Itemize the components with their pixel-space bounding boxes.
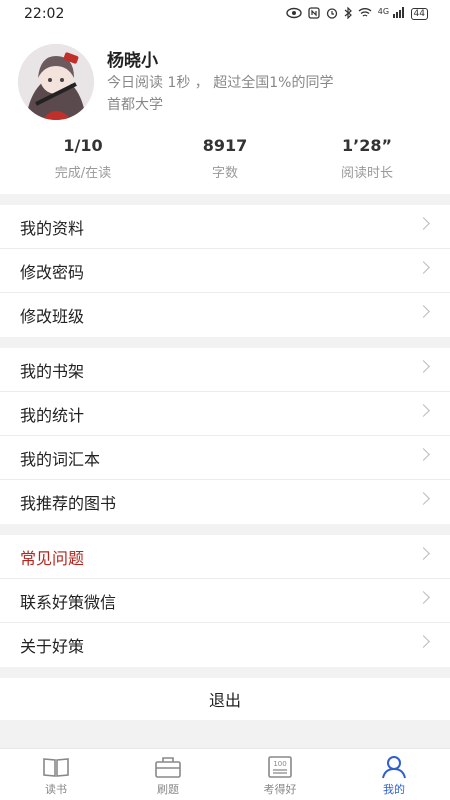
stat-reading-time: 1’28” 阅读时长 — [292, 136, 442, 181]
battery-level: 44 — [413, 8, 425, 19]
alarm-icon — [326, 7, 338, 22]
menu-item-recommended-books[interactable]: 我推荐的图书 — [0, 480, 450, 524]
menu-item-label: 修改班级 — [20, 307, 85, 326]
menu-item-label: 我的书架 — [20, 361, 85, 381]
eye-icon — [286, 7, 302, 22]
stats-row: 1/10 完成/在读 8917 字数 1’28” 阅读时长 — [0, 136, 450, 188]
menu-item-change-class[interactable]: 修改班级 — [0, 293, 450, 337]
wifi-icon — [358, 7, 372, 21]
chevron-right-icon — [417, 305, 430, 318]
menu-item-change-password[interactable]: 修改密码 — [0, 249, 450, 293]
reading-summary: 今日阅读 1秒 ， 超过全国1%的同学 — [107, 75, 334, 91]
status-time: 22:02 — [24, 6, 65, 22]
tab-exam-score[interactable]: 100 考得好 — [224, 749, 336, 800]
book-icon — [43, 758, 69, 777]
menu-item-vocabulary[interactable]: 我的词汇本 — [0, 436, 450, 480]
nfc-icon — [308, 6, 320, 22]
chevron-right-icon — [417, 591, 430, 604]
menu-item-my-profile[interactable]: 我的资料 — [0, 205, 450, 249]
menu-item-bookshelf[interactable]: 我的书架 — [0, 348, 450, 392]
stat-value: 1/10 — [63, 136, 103, 155]
user-name: 杨晓小 — [107, 51, 158, 71]
menu-item-label: 常见问题 — [20, 548, 85, 568]
status-bar: 22:02 4G 44 — [0, 0, 450, 28]
tab-reading[interactable]: 读书 — [0, 749, 112, 800]
menu-group-help: 常见问题 联系好策微信 关于好策 — [0, 535, 450, 667]
stat-value: 8917 — [202, 136, 248, 155]
tab-label: 我的 — [383, 783, 405, 796]
menu-item-label: 我的资料 — [20, 218, 85, 238]
network-type: 4G — [377, 7, 390, 16]
signal-icon: 4G — [378, 7, 405, 21]
bluetooth-icon — [344, 6, 352, 22]
menu-item-about[interactable]: 关于好策 — [0, 623, 450, 667]
stat-label: 完成/在读 — [54, 166, 112, 181]
logout-button[interactable]: 退出 — [0, 678, 450, 720]
menu-item-wechat-contact[interactable]: 联系好策微信 — [0, 579, 450, 623]
menu-item-label: 我推荐的图书 — [20, 494, 117, 513]
tab-label: 读书 — [45, 783, 67, 796]
stat-label: 字数 — [211, 166, 238, 181]
exercise-icon — [155, 757, 181, 778]
menu-item-label: 我的词汇本 — [20, 449, 101, 469]
battery-icon: 44 — [410, 8, 428, 20]
chevron-right-icon — [417, 404, 430, 417]
user-icon — [382, 756, 406, 779]
menu-item-statistics[interactable]: 我的统计 — [0, 392, 450, 436]
score-icon: 100 — [268, 756, 292, 778]
menu-item-faq[interactable]: 常见问题 — [0, 535, 450, 579]
school-name: 首都大学 — [107, 97, 163, 113]
menu-item-label: 关于好策 — [20, 637, 85, 656]
chevron-right-icon — [417, 448, 430, 461]
chevron-right-icon — [417, 360, 430, 373]
profile-card: 杨晓小 今日阅读 1秒 ， 超过全国1%的同学 首都大学 1/10 完成/在读 … — [0, 28, 450, 194]
bottom-tab-bar: 读书 刷题 100 考得好 我的 — [0, 748, 450, 800]
chevron-right-icon — [417, 635, 430, 648]
stat-label: 阅读时长 — [340, 166, 393, 181]
stat-completed: 1/10 完成/在读 — [8, 136, 158, 181]
chevron-right-icon — [417, 261, 430, 274]
chevron-right-icon — [417, 547, 430, 560]
tab-mine[interactable]: 我的 — [338, 749, 450, 800]
status-icons: 4G 44 — [286, 6, 428, 22]
menu-item-label: 我的统计 — [20, 405, 85, 425]
menu-item-label: 修改密码 — [20, 262, 85, 282]
menu-group-account: 我的资料 修改密码 修改班级 — [0, 205, 450, 337]
chevron-right-icon — [417, 492, 430, 505]
menu-group-library: 我的书架 我的统计 我的词汇本 我推荐的图书 — [0, 348, 450, 524]
score-icon-badge: 100 — [273, 760, 286, 768]
stat-value: 1’28” — [342, 136, 392, 155]
menu-item-label: 联系好策微信 — [20, 592, 117, 612]
chevron-right-icon — [417, 217, 430, 230]
avatar[interactable] — [18, 44, 94, 120]
tab-label: 考得好 — [263, 783, 297, 796]
stat-words: 8917 字数 — [150, 136, 300, 181]
tab-label: 刷题 — [157, 783, 179, 796]
tab-exercises[interactable]: 刷题 — [112, 749, 224, 800]
